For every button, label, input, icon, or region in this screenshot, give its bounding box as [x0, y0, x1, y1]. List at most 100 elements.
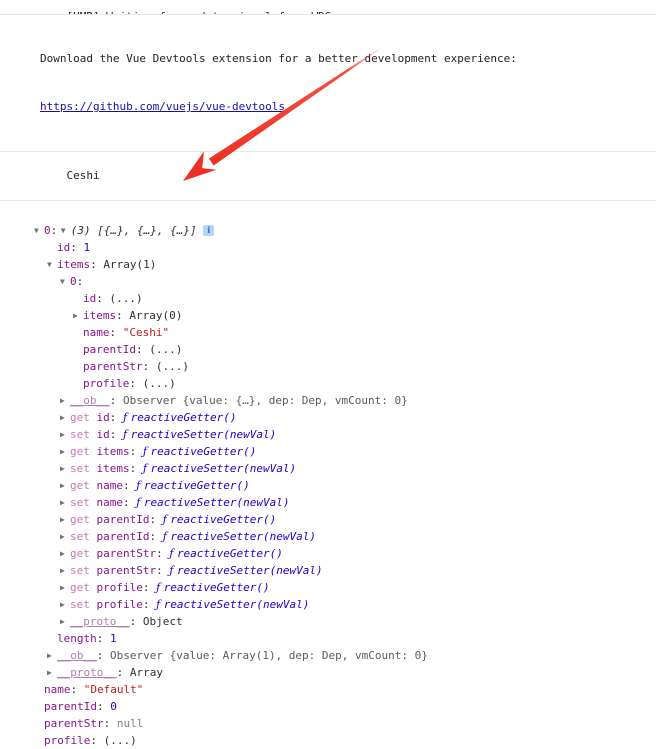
tree-row-proto[interactable]: ▶ __proto__: Array: [0, 664, 656, 681]
tree-row-items[interactable]: ▶ items: Array(0): [0, 307, 656, 324]
expand-triangle-icon[interactable]: ▶: [60, 528, 70, 545]
expand-triangle-icon[interactable]: ▶: [60, 443, 70, 460]
tree-row-parentStr[interactable]: ▶parentStr: (...): [0, 358, 656, 375]
property-value: "Ceshi": [122, 326, 170, 339]
property-value: Observer {value: Array(1), dep: Dep, vmC…: [110, 649, 428, 662]
property-value: (...): [109, 292, 143, 305]
property-key: name: [44, 683, 71, 696]
triangle-placeholder: ▶: [34, 715, 44, 732]
tree-row-name[interactable]: ▶name: "Ceshi": [0, 324, 656, 341]
tree-row-get-id[interactable]: ▶ get id: ƒ reactiveGetter(): [0, 409, 656, 426]
tree-row-ob[interactable]: ▶ __ob__: Observer {value: {…}, dep: Dep,…: [0, 392, 656, 409]
tree-row-id[interactable]: ▶id: 1: [0, 239, 656, 256]
tree-row-get-parentStr[interactable]: ▶ get parentStr: ƒ reactiveGetter(): [0, 545, 656, 562]
key-separator: :: [116, 309, 123, 322]
tree-row-length[interactable]: ▶length: 1: [0, 630, 656, 647]
tree-row-parentStr[interactable]: ▶parentStr: null: [0, 715, 656, 732]
expand-triangle-icon[interactable]: ▶: [60, 460, 70, 477]
expand-triangle-icon[interactable]: ▶: [47, 647, 57, 664]
tree-row-0[interactable]: ▼ 0:: [0, 273, 656, 290]
tree-row-items[interactable]: ▼ items: Array(1): [0, 256, 656, 273]
key-separator: :: [96, 700, 104, 713]
expand-triangle-icon[interactable]: ▶: [60, 545, 70, 562]
tree-row-0[interactable]: ▼ 0:: [0, 222, 656, 239]
tree-row-set-id[interactable]: ▶ set id: ƒ reactiveSetter(newVal): [0, 426, 656, 443]
accessor-keyword: set: [70, 428, 97, 441]
expand-triangle-icon[interactable]: ▶: [60, 579, 70, 596]
tree-row-parentId[interactable]: ▶parentId: (...): [0, 341, 656, 358]
tree-row-parentId[interactable]: ▶parentId: 0: [0, 698, 656, 715]
property-key: 0: [70, 275, 77, 288]
tree-row-profile[interactable]: ▶profile: (...): [0, 375, 656, 392]
property-value: reactiveSetter(newVal): [176, 564, 323, 577]
tree-row-ob[interactable]: ▶ __ob__: Observer {value: Array(1), dep:…: [0, 647, 656, 664]
tree-row-get-items[interactable]: ▶ get items: ƒ reactiveGetter(): [0, 443, 656, 460]
property-value: Array: [129, 666, 163, 679]
property-key: id: [83, 292, 97, 305]
tree-row-id[interactable]: ▶id: (...): [0, 290, 656, 307]
tree-row-get-profile[interactable]: ▶ get profile: ƒ reactiveGetter(): [0, 579, 656, 596]
tree-rows: ▼0:▶id: 1▼items: Array(1)▼0:▶id: (...)▶i…: [0, 222, 656, 749]
collapse-triangle-icon[interactable]: ▼: [60, 273, 70, 290]
tree-row-set-parentId[interactable]: ▶ set parentId: ƒ reactiveSetter(newVal): [0, 528, 656, 545]
tree-row-profile[interactable]: ▶profile: (...): [0, 732, 656, 749]
collapse-triangle-icon[interactable]: ▼: [34, 222, 44, 239]
triangle-placeholder: ▶: [73, 375, 83, 392]
expand-triangle-icon[interactable]: ▶: [60, 409, 70, 426]
expand-triangle-icon[interactable]: ▶: [60, 596, 70, 613]
expand-triangle-icon[interactable]: ▶: [60, 613, 70, 630]
expand-triangle-icon[interactable]: ▶: [60, 562, 70, 579]
property-value: (...): [103, 734, 137, 747]
property-value: "Default": [83, 683, 144, 696]
console-message-devtools[interactable]: Download the Vue Devtools extension for …: [0, 15, 656, 152]
expand-triangle-icon[interactable]: ▶: [60, 477, 70, 494]
expand-triangle-icon[interactable]: ▶: [60, 392, 70, 409]
expand-triangle-icon[interactable]: ▶: [60, 511, 70, 528]
property-key: parentStr: [96, 564, 157, 577]
property-key: items: [57, 258, 91, 271]
key-separator: :: [70, 241, 77, 254]
tree-row-get-parentId[interactable]: ▶ get parentId: ƒ reactiveGetter(): [0, 511, 656, 528]
tree-row-set-profile[interactable]: ▶ set profile: ƒ reactiveSetter(newVal): [0, 596, 656, 613]
expand-triangle-icon[interactable]: ▶: [47, 664, 57, 681]
key-separator: :: [96, 649, 104, 662]
function-glyph-icon: ƒ: [136, 479, 144, 492]
function-glyph-icon: ƒ: [123, 428, 131, 441]
tree-row-set-parentStr[interactable]: ▶ set parentStr: ƒ reactiveSetter(newVal): [0, 562, 656, 579]
key-separator: :: [142, 598, 150, 611]
tree-row-name[interactable]: ▶name: "Default": [0, 681, 656, 698]
console-message-hmr[interactable]: [HMR] Waiting for update signal from WDS…: [0, 0, 656, 15]
accessor-keyword: set: [70, 564, 97, 577]
key-separator: :: [96, 632, 104, 645]
expand-triangle-icon[interactable]: ▶: [60, 494, 70, 511]
vue-devtools-link[interactable]: https://github.com/vuejs/vue-devtools: [40, 99, 656, 115]
property-value: reactiveGetter(): [150, 445, 257, 458]
accessor-keyword: set: [70, 530, 97, 543]
console-message-ceshi[interactable]: Ceshi: [0, 152, 656, 201]
property-value: 1: [83, 241, 91, 254]
tree-row-proto[interactable]: ▶ __proto__: Object: [0, 613, 656, 630]
property-key: name: [83, 326, 110, 339]
tree-row-set-items[interactable]: ▶ set items: ƒ reactiveSetter(newVal): [0, 460, 656, 477]
tree-row-get-name[interactable]: ▶ get name: ƒ reactiveGetter(): [0, 477, 656, 494]
expand-triangle-icon[interactable]: ▶: [73, 307, 83, 324]
tree-root-row[interactable]: ▼ (3) [{…}, {…}, {…}] i: [0, 205, 656, 237]
collapse-triangle-icon[interactable]: ▼: [47, 256, 57, 273]
tree-row-set-name[interactable]: ▶ set name: ƒ reactiveSetter(newVal): [0, 494, 656, 511]
property-key: parentId: [44, 700, 97, 713]
triangle-placeholder: ▶: [73, 341, 83, 358]
property-value: reactiveSetter(newVal): [170, 530, 317, 543]
property-key: __ob__: [57, 649, 97, 662]
expand-triangle-icon[interactable]: ▶: [60, 426, 70, 443]
accessor-keyword: set: [70, 462, 97, 475]
key-separator: :: [123, 479, 130, 492]
